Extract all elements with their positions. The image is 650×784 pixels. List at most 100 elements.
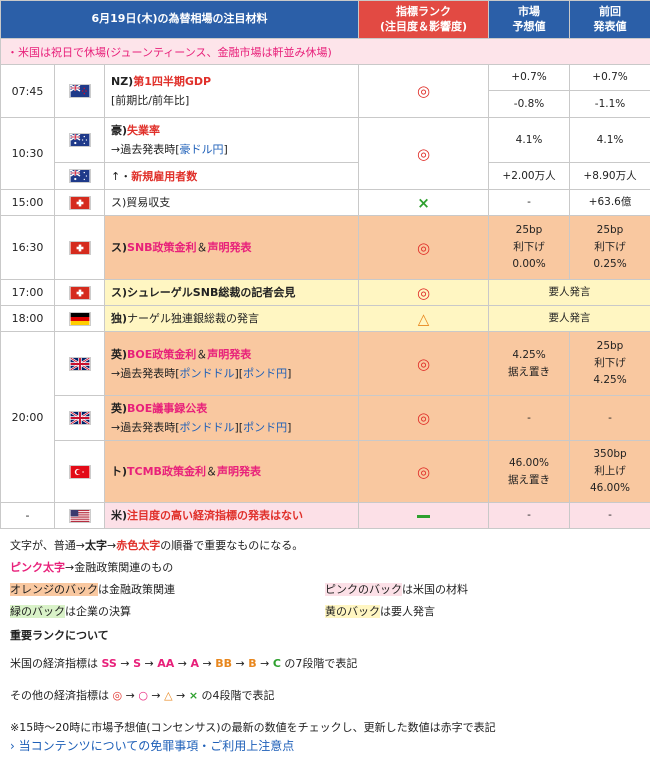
au-flag-icon — [68, 133, 91, 147]
rank-section-title: 重要ランクについて — [10, 629, 109, 642]
past-release-link-gbpusd[interactable]: ポンドドル — [180, 367, 235, 380]
table-row: ↑・新規雇用者数 +2.00万人 +8.90万人 — [1, 162, 650, 190]
event-name: BOE政策金利 — [127, 347, 197, 361]
table-row: ト)TCMB政策金利＆声明発表 ◎ 46.00% 据え置き 350bp 利上げ 46.… — [0, 440, 650, 503]
rank-double-circle-icon: ◎ — [358, 117, 490, 190]
calendar-title: 6月19日(木)の為替相場の注目材料 — [0, 0, 360, 39]
rank-cross-icon: × — [358, 189, 490, 216]
consensus-note: ※15時～20時に市場予想値(コンセンサス)の最新の数値をチェックし、更新した数… — [10, 721, 496, 734]
past-release-link-gbpjpy[interactable]: ポンド円 — [243, 421, 287, 434]
table-row: 英)BOE議事録公表 →過去発表時[ポンドドル][ポンド円] ◎ - - — [0, 395, 650, 441]
us-rank-scale: 米国の経済指標は SS → S → AA → A → BB → B → C の7… — [10, 657, 358, 670]
other-rank-scale: その他の経済指標は ◎ → ○ → △ → × の4段階で表記 — [10, 689, 275, 702]
rank-double-circle-icon: ◎ — [358, 64, 490, 118]
forecast-value: - — [488, 189, 571, 216]
event-name: 新規雇用者数 — [131, 169, 198, 183]
previous-value: +63.6億 — [569, 189, 650, 216]
table-row: 15:00 ス)貿易収支 × - +63.6億 — [0, 189, 650, 216]
event-time: 18:00 — [0, 305, 55, 332]
uk-flag-icon — [68, 356, 91, 371]
forecast-value: - — [488, 395, 571, 441]
forecast-value: - — [488, 502, 571, 529]
event-name: SNB政策金利 — [127, 241, 197, 254]
previous-value: - — [569, 395, 650, 441]
forecast-header: 市場 予想値 — [488, 0, 571, 39]
previous-value: - — [569, 502, 650, 529]
tr-flag-icon — [68, 464, 91, 479]
ch-flag-icon — [68, 285, 91, 300]
event-country: ト) — [111, 465, 128, 478]
rank-double-circle-icon: ◎ — [358, 440, 490, 503]
table-row: 18:00 独)ナーゲル独連銀総裁の発言 △ 要人発言 — [0, 305, 650, 332]
forecast-value: 4.25% 据え置き — [488, 331, 571, 396]
speech-note: 要人発言 — [488, 305, 650, 332]
past-release-link-gbpusd[interactable]: ポンドドル — [180, 421, 235, 434]
speech-note: 要人発言 — [488, 279, 650, 306]
event-time: - — [0, 502, 55, 529]
event-country: 英) — [111, 402, 128, 415]
rank-header: 指標ランク (注目度＆影響度) — [358, 0, 490, 39]
event-name: BOE議事録公表 — [127, 402, 208, 415]
past-release-link-audjpy[interactable]: 豪ドル円 — [180, 143, 224, 156]
legend-backgrounds-2: 緑のバックは企業の決算 黄のバックは要人発言 — [10, 605, 435, 618]
rank-double-circle-icon: ◎ — [358, 331, 490, 396]
event-time: 10:30 — [0, 117, 55, 190]
holiday-notice-row: ・米国は祝日で休場(ジューンティーンス、金融市場は軒並み休場) — [0, 38, 650, 65]
table-row: - 米)注目度の高い経済指標の発表はない - - — [0, 502, 650, 529]
rank-dash-icon — [358, 502, 490, 529]
table-row: 20:00 英)BOE政策金利＆声明発表 →過去発表時[ポンドドル][ポンド円]… — [0, 331, 650, 503]
nz-flag-icon — [68, 84, 91, 98]
table-row: 16:30 ス)SNB政策金利＆声明発表 ◎ 25bp 利下げ 0.00% 25bp… — [0, 215, 650, 280]
legend-text-weight: 文字が、普通→太字→赤色太字の順番で重要なものになる。 — [10, 539, 304, 552]
event-name: 失業率 — [127, 124, 161, 137]
legend-pink-bold: ピンク太字→金融政策関連のもの — [10, 561, 174, 574]
event-time: 20:00 — [0, 331, 55, 503]
forecast-value: +0.7% — [488, 64, 571, 91]
legend-section: 文字が、普通→太字→赤色太字の順番で重要なものになる。 ピンク太字→金融政策関連… — [0, 529, 650, 753]
event-sub: [前期比/前年比] — [111, 94, 190, 107]
forecast-value: 46.00% 据え置き — [488, 440, 571, 503]
event-time: 15:00 — [0, 189, 55, 216]
event-country: 米) — [111, 509, 128, 522]
au-flag-icon — [68, 169, 91, 183]
event-country: 英) — [111, 347, 128, 361]
event-name: 注目度の高い経済指標の発表はない — [127, 509, 304, 522]
event-country: 豪) — [111, 124, 128, 137]
previous-value: +0.7% — [569, 64, 650, 91]
previous-value: +8.90万人 — [569, 162, 650, 190]
us-flag-icon — [68, 508, 91, 523]
ch-flag-icon — [68, 240, 91, 255]
forecast-value: 25bp 利下げ 0.00% — [488, 215, 571, 280]
previous-header: 前回 発表値 — [569, 0, 650, 39]
rank-triangle-icon: △ — [358, 305, 490, 332]
event-name: 第1四半期GDP — [133, 75, 212, 88]
previous-value: 25bp 利下げ 0.25% — [569, 215, 650, 280]
table-row: 07:45 NZ)第1四半期GDP [前期比/前年比] ◎ +0.7% +0.7… — [0, 64, 650, 118]
previous-value: 350bp 利上げ 46.00% — [569, 440, 650, 503]
previous-value: 4.1% — [569, 117, 650, 163]
event-country: ス) — [111, 196, 127, 209]
previous-value: 25bp 利下げ 4.25% — [569, 331, 650, 396]
event-name: ナーゲル独連銀総裁の発言 — [127, 312, 260, 325]
rank-double-circle-icon: ◎ — [358, 395, 490, 441]
disclaimer-link[interactable]: › 当コンテンツについての免罪事項・ご利用上注意点 — [10, 739, 640, 753]
event-name: 貿易収支 — [126, 196, 171, 209]
event-country: ス) — [111, 286, 128, 299]
forecast-value: 4.1% — [488, 117, 571, 163]
event-time: 16:30 — [0, 215, 55, 280]
table-header: 6月19日(木)の為替相場の注目材料 指標ランク (注目度＆影響度) 市場 予想値 … — [0, 0, 650, 39]
rank-double-circle-icon: ◎ — [358, 279, 490, 306]
event-time: 17:00 — [0, 279, 55, 306]
table-row: 10:30 豪)失業率 →過去発表時[豪ドル円] ◎ 4.1% 4.1% — [0, 117, 650, 190]
economic-calendar-table: 6月19日(木)の為替相場の注目材料 指標ランク (注目度＆影響度) 市場 予想値 … — [0, 0, 650, 529]
past-release-link-gbpjpy[interactable]: ポンド円 — [243, 367, 287, 380]
ch-flag-icon — [68, 195, 91, 210]
rank-double-circle-icon: ◎ — [358, 215, 490, 280]
event-country: ス) — [111, 241, 128, 254]
legend-backgrounds-1: オレンジのバックは金融政策関連 ピンクのバックは米国の材料 — [10, 583, 468, 596]
event-name: TCMB政策金利 — [127, 465, 206, 478]
previous-value: -1.1% — [569, 90, 650, 118]
forecast-value: -0.8% — [488, 90, 571, 118]
event-country: 独) — [111, 312, 128, 325]
event-name: シュレーゲルSNB総裁の記者会見 — [127, 286, 296, 299]
